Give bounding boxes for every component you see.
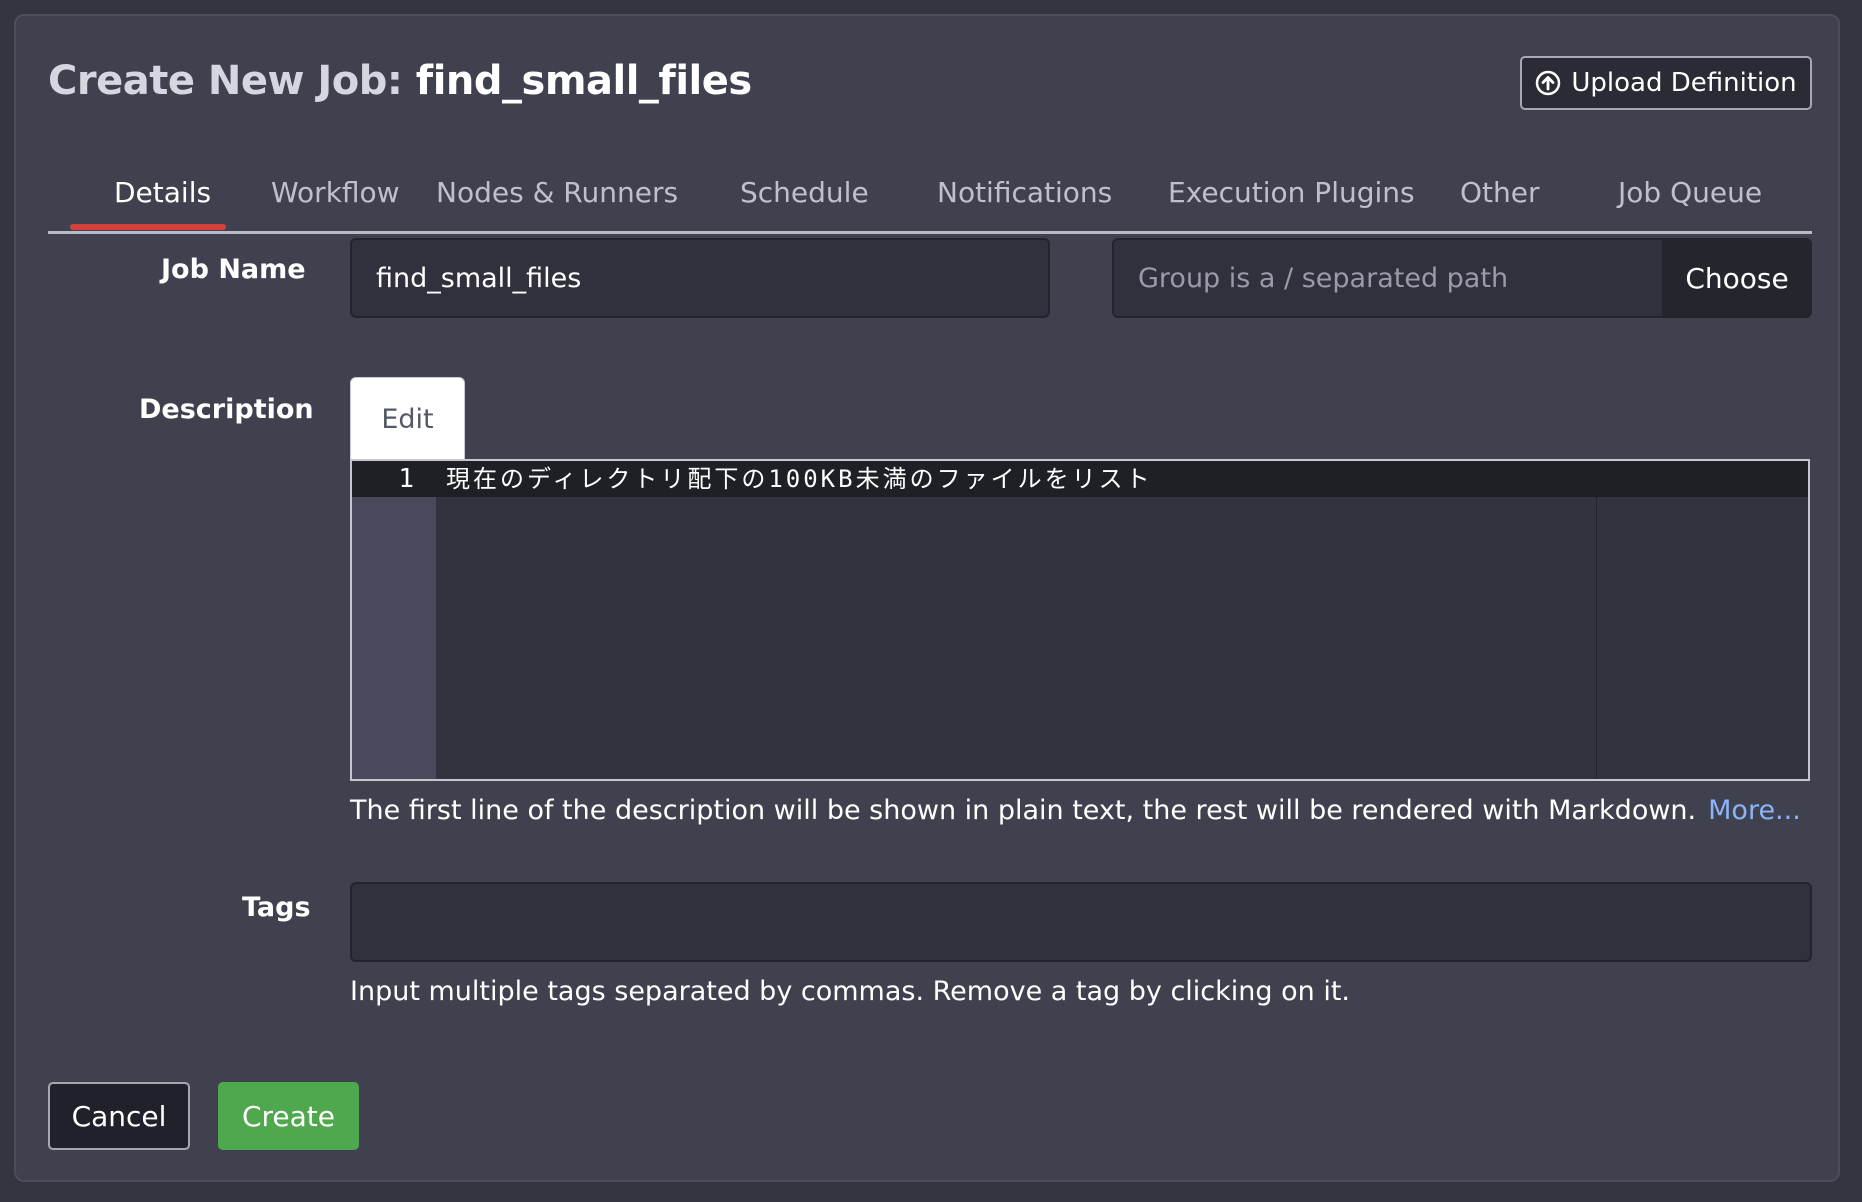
- upload-definition-label: Upload Definition: [1571, 68, 1797, 98]
- tab-schedule[interactable]: Schedule: [740, 176, 869, 209]
- page-title: Create New Job: find_small_files: [48, 58, 752, 104]
- cancel-button[interactable]: Cancel: [48, 1082, 190, 1150]
- description-edit-tab[interactable]: Edit: [350, 377, 465, 461]
- tags-label: Tags: [242, 892, 311, 923]
- tags-help: Input multiple tags separated by commas.…: [350, 976, 1351, 1007]
- tags-input[interactable]: [350, 882, 1812, 962]
- create-button[interactable]: Create: [218, 1082, 359, 1150]
- tab-details[interactable]: Details: [114, 176, 211, 209]
- group-field: Choose: [1112, 238, 1812, 318]
- editor-line-text[interactable]: 現在のディレクトリ配下の100KB未満のファイルをリスト: [446, 461, 1153, 497]
- editor-gutter: [352, 461, 436, 779]
- upload-definition-button[interactable]: Upload Definition: [1520, 56, 1812, 110]
- editor-print-margin: [1596, 497, 1597, 779]
- description-help: The first line of the description will b…: [350, 795, 1801, 826]
- tab-nodes-runners[interactable]: Nodes & Runners: [436, 176, 678, 209]
- editor-line-number: 1: [398, 464, 414, 494]
- description-help-text: The first line of the description will b…: [350, 795, 1697, 826]
- description-label: Description: [139, 394, 314, 425]
- create-job-panel: Create New Job: find_small_files Upload …: [14, 14, 1840, 1182]
- tab-execution-plugins[interactable]: Execution Plugins: [1168, 176, 1415, 209]
- tab-workflow[interactable]: Workflow: [271, 176, 400, 209]
- active-tab-indicator: [70, 224, 226, 230]
- tab-job-queue[interactable]: Job Queue: [1618, 176, 1762, 209]
- tab-bar: Details Workflow Nodes & Runners Schedul…: [48, 164, 1812, 234]
- tab-notifications[interactable]: Notifications: [937, 176, 1112, 209]
- choose-group-button[interactable]: Choose: [1662, 238, 1812, 318]
- page-title-prefix: Create New Job:: [48, 58, 403, 104]
- job-name-label: Job Name: [161, 254, 306, 285]
- arrow-up-circle-icon: [1535, 70, 1561, 96]
- description-editor[interactable]: 1 現在のディレクトリ配下の100KB未満のファイルをリスト: [350, 459, 1810, 781]
- page-title-job-name: find_small_files: [415, 58, 752, 104]
- tab-other[interactable]: Other: [1460, 176, 1540, 209]
- job-name-input[interactable]: [350, 238, 1050, 318]
- group-input[interactable]: [1112, 238, 1662, 318]
- more-link[interactable]: More...: [1708, 795, 1801, 826]
